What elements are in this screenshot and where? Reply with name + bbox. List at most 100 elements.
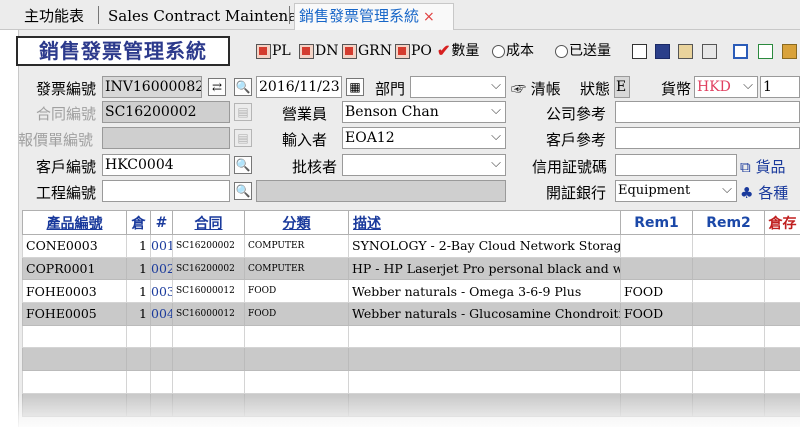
empty-cell[interactable] xyxy=(22,324,127,349)
dept-select[interactable] xyxy=(410,76,506,98)
po-button[interactable]: PO xyxy=(395,40,432,62)
empty-cell[interactable] xyxy=(348,324,621,349)
close-icon[interactable]: × xyxy=(423,9,435,25)
grn-button[interactable]: GRN xyxy=(342,40,392,62)
salesperson-select[interactable]: Benson Chan xyxy=(342,101,506,123)
rem1-cell[interactable]: FOOD xyxy=(620,302,693,326)
empty-cell[interactable] xyxy=(348,347,621,372)
table-row[interactable] xyxy=(22,370,800,394)
table-row[interactable] xyxy=(22,347,800,372)
rem1-cell[interactable] xyxy=(620,234,693,258)
empty-cell[interactable] xyxy=(22,347,127,372)
rem1-cell[interactable] xyxy=(620,256,693,281)
warehouse-cell[interactable]: 1 xyxy=(126,256,151,281)
empty-cell[interactable] xyxy=(126,324,151,349)
empty-cell xyxy=(172,347,245,372)
calendar-icon[interactable]: ▦ xyxy=(346,78,364,96)
empty-cell[interactable] xyxy=(692,347,765,372)
invoice-no-field[interactable]: INV16000082 xyxy=(102,76,202,98)
product-cell[interactable]: FOHE0003 xyxy=(22,279,127,304)
new-doc-button[interactable] xyxy=(632,40,648,62)
warehouse-cell[interactable]: 1 xyxy=(126,302,151,326)
dn-button[interactable]: DN xyxy=(299,40,338,62)
product-cell[interactable]: CONE0003 xyxy=(22,234,127,258)
column-header[interactable]: 分類 xyxy=(244,210,349,235)
stock-cell xyxy=(764,234,800,258)
category-cell: FOOD xyxy=(244,279,349,304)
rem2-cell[interactable] xyxy=(692,302,765,326)
edit-icon xyxy=(733,43,748,59)
grn-label: GRN xyxy=(358,43,392,59)
table-row[interactable]: CONE0003 1 001 SC16200002 COMPUTER SYNOL… xyxy=(22,234,800,258)
description-cell[interactable]: Webber naturals - Glucosamine Chondroiti… xyxy=(348,302,621,326)
company-ref-field[interactable] xyxy=(615,101,800,123)
product-cell[interactable]: FOHE0005 xyxy=(22,302,127,326)
project-no-label: 工程編號 xyxy=(36,184,97,202)
description-cell[interactable]: SYNOLOGY - 2-Bay Cloud Network Storage S… xyxy=(348,234,621,258)
date-field[interactable]: 2016/11/23 xyxy=(256,76,342,98)
credit-no-label: 信用証號碼 xyxy=(532,158,608,176)
exit-button[interactable] xyxy=(782,40,798,62)
product-cell[interactable]: COPR0001 xyxy=(22,256,127,281)
description-cell[interactable]: HP - HP Laserjet Pro personal black and … xyxy=(348,256,621,281)
empty-cell[interactable] xyxy=(620,347,693,372)
various-button[interactable]: ♣ 各種 xyxy=(740,183,788,203)
tab-sales-contract[interactable]: Sales Contract Maintenance xyxy=(108,4,324,28)
column-header[interactable]: Rem1 xyxy=(620,210,693,235)
rem1-cell[interactable]: FOOD xyxy=(620,279,693,304)
save-button[interactable] xyxy=(655,40,671,62)
empty-cell[interactable] xyxy=(126,370,151,394)
empty-cell[interactable] xyxy=(620,324,693,349)
currency-select[interactable]: HKD xyxy=(694,76,758,98)
quantity-button[interactable]: ✔ 數量 xyxy=(437,40,479,62)
empty-cell[interactable] xyxy=(22,370,127,394)
approver-select[interactable] xyxy=(342,154,506,176)
calendar-lookup-icon[interactable]: 🔍 xyxy=(234,78,252,96)
customer-no-field[interactable]: HKC0004 xyxy=(102,154,230,176)
table-row[interactable]: FOHE0003 1 003 SC16000012 FOOD Webber na… xyxy=(22,279,800,304)
project-no-field[interactable] xyxy=(102,180,230,202)
empty-cell[interactable] xyxy=(620,370,693,394)
print-button[interactable] xyxy=(702,40,718,62)
customer-search-icon[interactable]: 🔍 xyxy=(234,156,252,174)
refresh-button[interactable] xyxy=(758,40,774,62)
empty-cell xyxy=(244,347,349,372)
cost-label: 成本 xyxy=(506,43,534,59)
input-by-select[interactable]: EOA12 xyxy=(342,127,506,149)
empty-cell[interactable] xyxy=(692,370,765,394)
customer-ref-field[interactable] xyxy=(615,127,800,149)
goods-button[interactable]: ⧉ 貨品 xyxy=(740,157,786,177)
cost-button[interactable]: 成本 xyxy=(492,40,534,62)
tab-sales-invoice[interactable]: 銷售發票管理系統 × xyxy=(294,3,454,30)
table-row[interactable]: COPR0001 1 002 SC16200002 COMPUTER HP - … xyxy=(22,256,800,281)
pl-button[interactable]: PL xyxy=(256,40,291,62)
rem2-cell[interactable] xyxy=(692,234,765,258)
clear-button[interactable]: ☞ 清帳 xyxy=(511,79,561,99)
column-header[interactable]: 描述 xyxy=(348,210,621,235)
empty-cell[interactable] xyxy=(692,324,765,349)
edit-button[interactable] xyxy=(733,40,749,62)
tab-main-menu[interactable]: 主功能表 xyxy=(24,4,84,28)
table-row[interactable]: FOHE0005 1 004 SC16000012 FOOD Webber na… xyxy=(22,302,800,326)
warehouse-cell[interactable]: 1 xyxy=(126,234,151,258)
column-header[interactable]: Rem2 xyxy=(692,210,765,235)
column-header[interactable]: # xyxy=(150,210,173,235)
sent-qty-button[interactable]: 已送量 xyxy=(555,40,611,62)
rem2-cell[interactable] xyxy=(692,279,765,304)
credit-no-field[interactable] xyxy=(615,154,737,176)
description-cell[interactable]: Webber naturals - Omega 3-6-9 Plus xyxy=(348,279,621,304)
empty-cell[interactable] xyxy=(126,347,151,372)
table-row[interactable] xyxy=(22,324,800,349)
exchange-rate-field[interactable]: 1 xyxy=(760,76,800,98)
column-header[interactable]: 倉存 xyxy=(764,210,800,235)
project-search-icon[interactable]: 🔍 xyxy=(234,182,252,200)
rem2-cell[interactable] xyxy=(692,256,765,281)
lookup-icon[interactable]: ⇄ xyxy=(208,78,226,96)
column-header[interactable]: 產品編號 xyxy=(22,210,127,235)
warehouse-cell[interactable]: 1 xyxy=(126,279,151,304)
empty-cell[interactable] xyxy=(348,370,621,394)
column-header[interactable]: 合同 xyxy=(172,210,245,235)
bank-select[interactable]: Equipment xyxy=(615,180,737,202)
column-header[interactable]: 倉 xyxy=(126,210,151,235)
tools-button[interactable] xyxy=(678,40,694,62)
